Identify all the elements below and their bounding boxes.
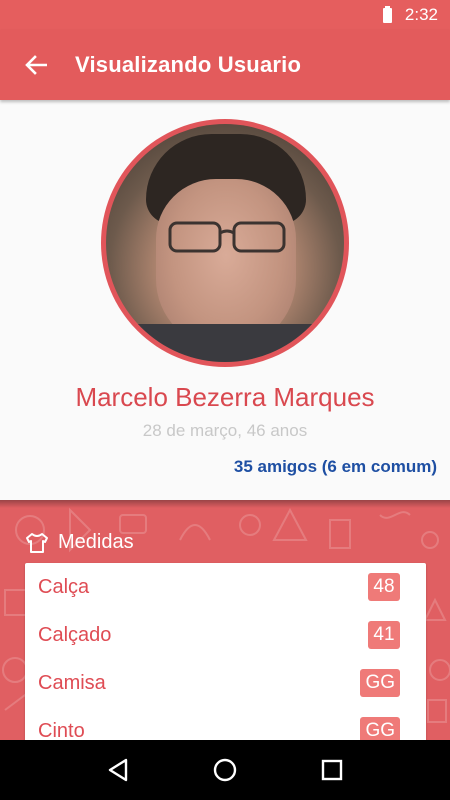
app-bar: Visualizando Usuario: [0, 30, 450, 100]
measures-list: Calça 48 Calçado 41 Camisa GG Cinto GG: [25, 563, 426, 753]
friends-link[interactable]: 35 amigos (6 em comum): [234, 457, 437, 477]
measure-badge: 48: [368, 573, 400, 601]
list-item[interactable]: Camisa GG: [25, 659, 426, 707]
list-item[interactable]: Calça 48: [25, 563, 426, 611]
home-circle-icon[interactable]: [210, 755, 240, 785]
measure-label: Calçado: [38, 623, 112, 646]
tshirt-icon: [26, 532, 48, 553]
measure-badge: GG: [360, 669, 400, 697]
list-item[interactable]: Calçado 41: [25, 611, 426, 659]
battery-icon: [382, 5, 392, 23]
profile-card: Marcelo Bezerra Marques 28 de março, 46 …: [0, 100, 450, 500]
avatar[interactable]: [101, 119, 349, 367]
system-nav-bar: [0, 740, 450, 800]
arrow-back-icon[interactable]: [21, 50, 51, 80]
profile-birthday-age: 28 de março, 46 anos: [142, 421, 308, 440]
measures-header: Medidas: [25, 531, 134, 554]
avatar-photo: [106, 124, 344, 362]
measure-label: Camisa: [38, 671, 106, 694]
measure-badge: 41: [368, 621, 400, 649]
profile-name: Marcelo Bezerra Marques: [75, 382, 375, 412]
measure-label: Calça: [38, 575, 90, 598]
back-triangle-icon[interactable]: [103, 755, 133, 785]
measures-title: Medidas: [58, 531, 134, 553]
page-title: Visualizando Usuario: [75, 52, 302, 77]
status-time: 2:32: [404, 5, 438, 24]
status-bar: 2:32: [0, 0, 450, 30]
recents-square-icon[interactable]: [317, 755, 347, 785]
card-shadow: [0, 500, 450, 508]
